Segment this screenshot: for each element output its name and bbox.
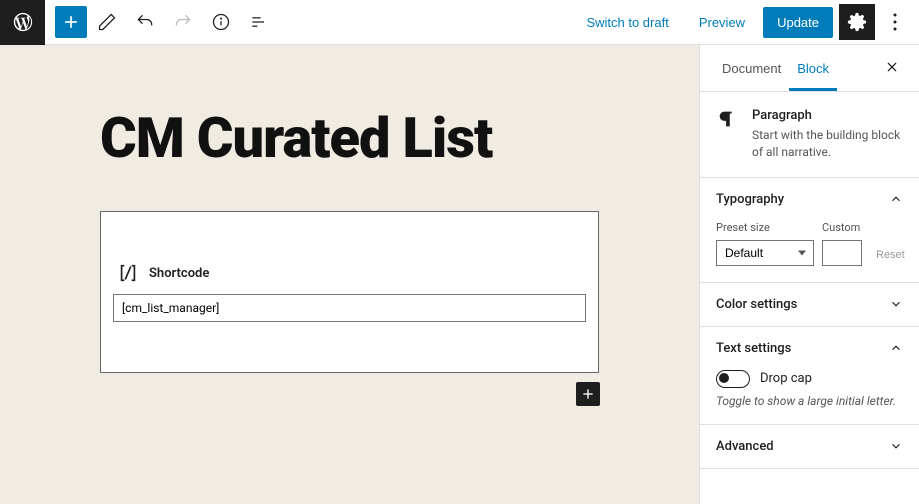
block-info: Paragraph Start with the building block … <box>700 92 919 178</box>
editor-canvas[interactable]: CM Curated List Shortcode <box>0 45 699 504</box>
add-block-button[interactable] <box>55 6 87 38</box>
shortcode-icon <box>117 262 139 284</box>
panel-advanced: Advanced <box>700 425 919 469</box>
kebab-icon <box>893 13 897 31</box>
wordpress-logo[interactable] <box>0 0 45 45</box>
switch-to-draft-button[interactable]: Switch to draft <box>574 7 680 38</box>
wordpress-icon <box>12 11 34 33</box>
undo-icon <box>135 12 155 32</box>
drop-cap-toggle[interactable] <box>716 370 750 388</box>
tab-document[interactable]: Document <box>714 47 789 90</box>
undo-button[interactable] <box>127 4 163 40</box>
panel-color: Color settings <box>700 283 919 327</box>
settings-sidebar: Document Block Paragraph Start with the … <box>699 45 919 504</box>
info-button[interactable] <box>203 4 239 40</box>
chevron-up-icon <box>889 192 903 206</box>
panel-typography-header[interactable]: Typography <box>700 178 919 221</box>
plus-icon <box>61 12 81 32</box>
preset-size-label: Preset size <box>716 221 814 234</box>
panel-color-header[interactable]: Color settings <box>700 283 919 326</box>
custom-size-input[interactable] <box>822 240 862 266</box>
list-icon <box>249 12 269 32</box>
drop-cap-label: Drop cap <box>760 371 812 386</box>
settings-button[interactable] <box>839 4 875 40</box>
plus-icon <box>580 386 596 402</box>
top-toolbar: Switch to draft Preview Update <box>0 0 919 45</box>
close-sidebar-button[interactable] <box>879 54 905 83</box>
custom-size-label: Custom <box>822 221 862 234</box>
pencil-icon <box>97 12 117 32</box>
drop-cap-hint: Toggle to show a large initial letter. <box>716 394 903 408</box>
more-options-button[interactable] <box>881 4 909 40</box>
chevron-down-icon <box>889 439 903 453</box>
paragraph-icon <box>716 108 738 130</box>
panel-text: Text settings Drop cap Toggle to show a … <box>700 327 919 425</box>
shortcode-input[interactable] <box>113 294 586 322</box>
panel-advanced-header[interactable]: Advanced <box>700 425 919 468</box>
preset-size-select[interactable]: Default <box>716 240 814 266</box>
update-button[interactable]: Update <box>763 7 833 38</box>
panel-typography: Typography Preset size Default <box>700 178 919 283</box>
close-icon <box>885 60 899 74</box>
block-name: Paragraph <box>752 108 903 123</box>
shortcode-block[interactable]: Shortcode <box>100 211 599 373</box>
redo-icon <box>173 12 193 32</box>
insert-block-button[interactable] <box>576 382 600 406</box>
outline-button[interactable] <box>241 4 277 40</box>
gear-icon <box>847 12 867 32</box>
chevron-down-icon <box>889 297 903 311</box>
panel-text-header[interactable]: Text settings <box>700 327 919 370</box>
block-description: Start with the building block of all nar… <box>752 127 903 161</box>
page-title[interactable]: CM Curated List <box>100 105 599 171</box>
reset-size-button[interactable]: Reset <box>870 244 911 266</box>
preview-button[interactable]: Preview <box>687 7 757 38</box>
edit-mode-button[interactable] <box>89 4 125 40</box>
shortcode-label: Shortcode <box>149 266 209 281</box>
tab-block[interactable]: Block <box>789 47 837 90</box>
redo-button[interactable] <box>165 4 201 40</box>
info-icon <box>211 12 231 32</box>
chevron-up-icon <box>889 341 903 355</box>
